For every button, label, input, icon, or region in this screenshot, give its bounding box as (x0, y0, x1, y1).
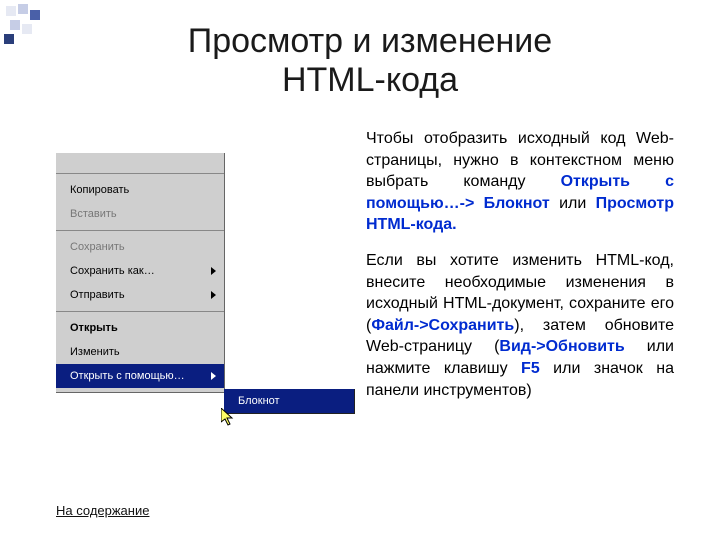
paragraph-2: Если вы хотите изменить HTML-код, внесит… (366, 250, 674, 401)
menu-item-paste[interactable]: Вставить (56, 202, 224, 226)
deco-square-icon (30, 10, 40, 20)
link-label: На содержание (56, 503, 149, 518)
menu-item-label: Копировать (70, 184, 129, 196)
highlight: Вид->Обновить (499, 338, 624, 355)
text: или (550, 195, 596, 212)
back-to-contents-link[interactable]: На содержание (56, 503, 149, 518)
title-line-1: Просмотр и изменение (188, 22, 552, 60)
deco-square-icon (10, 20, 20, 30)
deco-square-icon (4, 34, 14, 44)
menu-item-label: Изменить (70, 346, 120, 358)
deco-square-icon (22, 24, 32, 34)
title-line-2: HTML-кода (282, 61, 458, 99)
context-menu-illustration: Копировать Вставить Сохранить Сохранить … (56, 153, 356, 393)
highlight: F5 (521, 360, 540, 377)
menu-item-save-as[interactable]: Сохранить как… (56, 259, 224, 283)
menu-item-open-with[interactable]: Открыть с помощью… (56, 364, 224, 388)
submenu-open-with: Блокнот (224, 389, 355, 414)
menu-item-open[interactable]: Открыть (56, 316, 224, 340)
highlight: Файл->Сохранить (371, 317, 514, 334)
submenu-arrow-icon (211, 372, 216, 380)
deco-square-icon (18, 4, 28, 14)
menu-blank-top (56, 153, 224, 173)
submenu-arrow-icon (211, 267, 216, 275)
menu-item-save[interactable]: Сохранить (56, 235, 224, 259)
cursor-icon (221, 408, 235, 426)
slide-title: Просмотр и изменение HTML-кода (90, 22, 650, 100)
slide-text: Чтобы отобразить исходный код Web-страни… (366, 128, 674, 415)
paragraph-1: Чтобы отобразить исходный код Web-страни… (366, 128, 674, 236)
menu-item-label: Отправить (70, 289, 125, 301)
menu-item-label: Блокнот (238, 395, 280, 407)
menu-item-label: Вставить (70, 208, 117, 220)
menu-item-copy[interactable]: Копировать (56, 178, 224, 202)
deco-square-icon (6, 6, 16, 16)
submenu-item-notepad[interactable]: Блокнот (224, 389, 354, 413)
submenu-arrow-icon (211, 291, 216, 299)
menu-item-label: Сохранить как… (70, 265, 155, 277)
menu-item-edit[interactable]: Изменить (56, 340, 224, 364)
context-menu: Копировать Вставить Сохранить Сохранить … (56, 153, 225, 393)
menu-item-label: Открыть с помощью… (70, 370, 185, 382)
menu-item-label: Сохранить (70, 241, 125, 253)
menu-item-label: Открыть (70, 322, 118, 334)
menu-item-send[interactable]: Отправить (56, 283, 224, 307)
